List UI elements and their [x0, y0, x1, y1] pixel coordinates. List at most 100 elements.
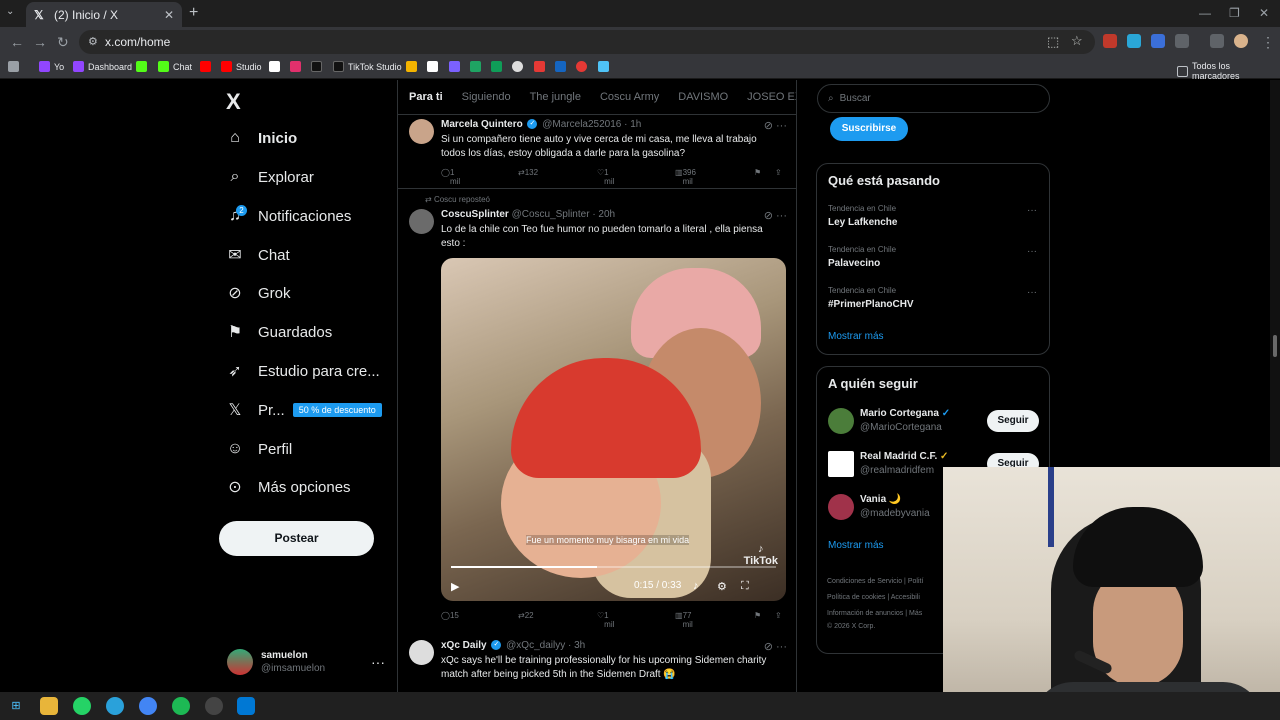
bookmark-x[interactable] — [269, 61, 284, 72]
tab-davismo[interactable]: DAVISMO — [678, 91, 728, 103]
trend-name[interactable]: #PrimerPlanoCHV — [828, 299, 914, 310]
share-icon[interactable]: ⇪ — [775, 168, 782, 177]
follow-name[interactable]: Mario Cortegana ✓ — [860, 408, 950, 419]
account-switcher[interactable]: samuelon @imsamuelon — [227, 649, 325, 675]
views-button[interactable]: ▥ 396 mil — [675, 168, 696, 186]
site-info-icon[interactable]: ⚙ — [88, 35, 98, 48]
follow-name[interactable]: Real Madrid C.F. ✓ — [860, 451, 948, 462]
footer-link[interactable]: Más — [909, 610, 922, 617]
author-handle[interactable]: @Coscu_Splinter — [512, 209, 590, 220]
show-more-link[interactable]: Mostrar más — [828, 540, 884, 551]
sidebar-item-chat[interactable]: ✉ Chat — [226, 240, 289, 270]
tweet-time[interactable]: · 3h — [568, 640, 585, 651]
close-window-icon[interactable]: ✕ — [1259, 6, 1269, 20]
avatar[interactable] — [409, 640, 434, 665]
tweet-video[interactable]: ♪ TikTok Fue un momento muy bisagra en mi… — [441, 258, 786, 601]
bookmark-icon[interactable]: ⚑ — [754, 611, 761, 620]
media-icon[interactable] — [1210, 34, 1224, 48]
tweet-time[interactable]: · 1h — [624, 119, 641, 130]
bookmark-kick[interactable] — [136, 61, 151, 72]
sidebar-item-perfil[interactable]: ☺ Perfil — [226, 434, 292, 464]
browser-tab[interactable]: 𝕏 (2) Inicio / X ✕ — [26, 2, 182, 27]
bookmark-dashboard[interactable]: Dashboard — [73, 61, 132, 72]
forward-icon[interactable]: → — [33, 34, 47, 50]
obs-icon[interactable] — [205, 697, 223, 715]
bookmark-icon[interactable] — [598, 61, 613, 72]
bookmark-youtube[interactable] — [200, 61, 215, 72]
fullscreen-icon[interactable]: ⛶ — [741, 580, 749, 593]
like-button[interactable]: ♡ 1 mil — [597, 611, 614, 629]
footer-link[interactable]: Política de cookies — [827, 594, 885, 601]
profile-avatar-icon[interactable] — [1234, 34, 1248, 48]
extension-icon[interactable] — [1151, 34, 1165, 48]
tab-coscu-army[interactable]: Coscu Army — [600, 91, 659, 103]
author-handle[interactable]: @Marcela252016 — [542, 119, 621, 130]
restore-icon[interactable]: ❐ — [1229, 6, 1240, 20]
sidebar-item-premium[interactable]: 𝕏 Pr... 50 % de descuento — [226, 395, 382, 425]
volume-icon[interactable]: ♪ — [693, 580, 699, 592]
footer-link[interactable]: Información de anuncios — [827, 610, 903, 617]
bookmark-star-icon[interactable]: ☆ — [1071, 33, 1083, 49]
bookmark-icon[interactable] — [470, 61, 485, 72]
sidebar-item-mas-opciones[interactable]: ⊙ Más opciones — [226, 472, 350, 502]
play-icon[interactable]: ▶ — [451, 580, 459, 593]
trend-more-icon[interactable]: ··· — [1027, 205, 1037, 216]
bookmark-chat[interactable]: Chat — [158, 61, 192, 72]
author-name[interactable]: CoscuSplinter — [441, 209, 509, 220]
tweet[interactable]: xQc Daily ✓ @xQc_dailyy · 3h ⊘ ··· xQc s… — [398, 632, 796, 692]
show-more-link[interactable]: Mostrar más — [828, 331, 884, 342]
reload-icon[interactable]: ↻ — [57, 34, 69, 51]
tab-the-jungle[interactable]: The jungle — [530, 91, 581, 103]
windows-start-icon[interactable]: ⊞ — [7, 697, 25, 715]
bookmark-icon[interactable] — [512, 61, 527, 72]
author-handle[interactable]: @xQc_dailyy — [506, 640, 565, 651]
footer-link[interactable]: Condiciones de Servicio — [827, 578, 902, 585]
tweet[interactable]: Marcela Quintero ✓ @Marcela252016 · 1h ⊘… — [398, 115, 796, 189]
extensions-puzzle-icon[interactable] — [1175, 34, 1189, 48]
avatar[interactable] — [828, 494, 854, 520]
reply-button[interactable]: ◯ 15 — [441, 611, 459, 620]
views-button[interactable]: ▥ 77 mil — [675, 611, 693, 629]
bookmark-instagram[interactable] — [290, 61, 305, 72]
bookmark-icon[interactable]: ⚑ — [754, 168, 761, 177]
file-explorer-icon[interactable] — [40, 697, 58, 715]
repost-button[interactable]: ⇄ 132 — [518, 168, 538, 177]
follow-button[interactable]: Seguir — [987, 410, 1039, 432]
bookmark-icon[interactable] — [427, 61, 442, 72]
spotify-icon[interactable] — [172, 697, 190, 715]
share-icon[interactable]: ⇪ — [775, 611, 782, 620]
tab-siguiendo[interactable]: Siguiendo — [462, 91, 511, 103]
extension-icon[interactable] — [1127, 34, 1141, 48]
bookmark-icon[interactable] — [449, 61, 464, 72]
whatsapp-icon[interactable] — [73, 697, 91, 715]
like-button[interactable]: ♡ 1 mil — [597, 168, 614, 186]
search-input[interactable]: ⌕ Buscar — [817, 84, 1050, 113]
footer-link[interactable]: Polití — [908, 578, 924, 585]
back-icon[interactable]: ← — [10, 34, 24, 50]
avatar[interactable] — [828, 408, 854, 434]
menu-kebab-icon[interactable]: ⋮ — [1261, 34, 1275, 51]
new-tab-icon[interactable]: + — [189, 4, 198, 22]
trend-more-icon[interactable]: ··· — [1027, 246, 1037, 257]
address-bar[interactable]: ⚙ x.com/home ⬚ ☆ — [79, 30, 1095, 54]
follow-name[interactable]: Vania 🌙 — [860, 494, 901, 505]
settings-icon[interactable]: ⚙ — [717, 580, 727, 593]
bookmark-studio[interactable]: Studio — [221, 61, 262, 72]
sidebar-item-grok[interactable]: ⊘ Grok — [226, 278, 290, 308]
author-name[interactable]: xQc Daily — [441, 640, 487, 651]
avatar[interactable] — [409, 119, 434, 144]
bookmark-tiktok-studio[interactable]: TikTok Studio — [333, 61, 402, 72]
store-icon[interactable] — [237, 697, 255, 715]
bookmark-icon[interactable] — [555, 61, 570, 72]
author-name[interactable]: Marcela Quintero — [441, 119, 523, 130]
sidebar-item-guardados[interactable]: ⚑ Guardados — [226, 317, 332, 347]
video-progress-bar[interactable] — [451, 566, 776, 568]
tab-para-ti[interactable]: Para ti — [409, 91, 443, 103]
bookmark-drive[interactable] — [406, 61, 421, 72]
tweet-more-icon[interactable]: ⊘ ··· — [764, 209, 787, 222]
avatar[interactable] — [828, 451, 854, 477]
tab-joseo[interactable]: JOSEO EXC — [747, 91, 796, 103]
bookmark-icon[interactable] — [576, 61, 591, 72]
subscribe-button[interactable]: Suscribirse — [830, 117, 908, 141]
trend-name[interactable]: Palavecino — [828, 258, 880, 269]
